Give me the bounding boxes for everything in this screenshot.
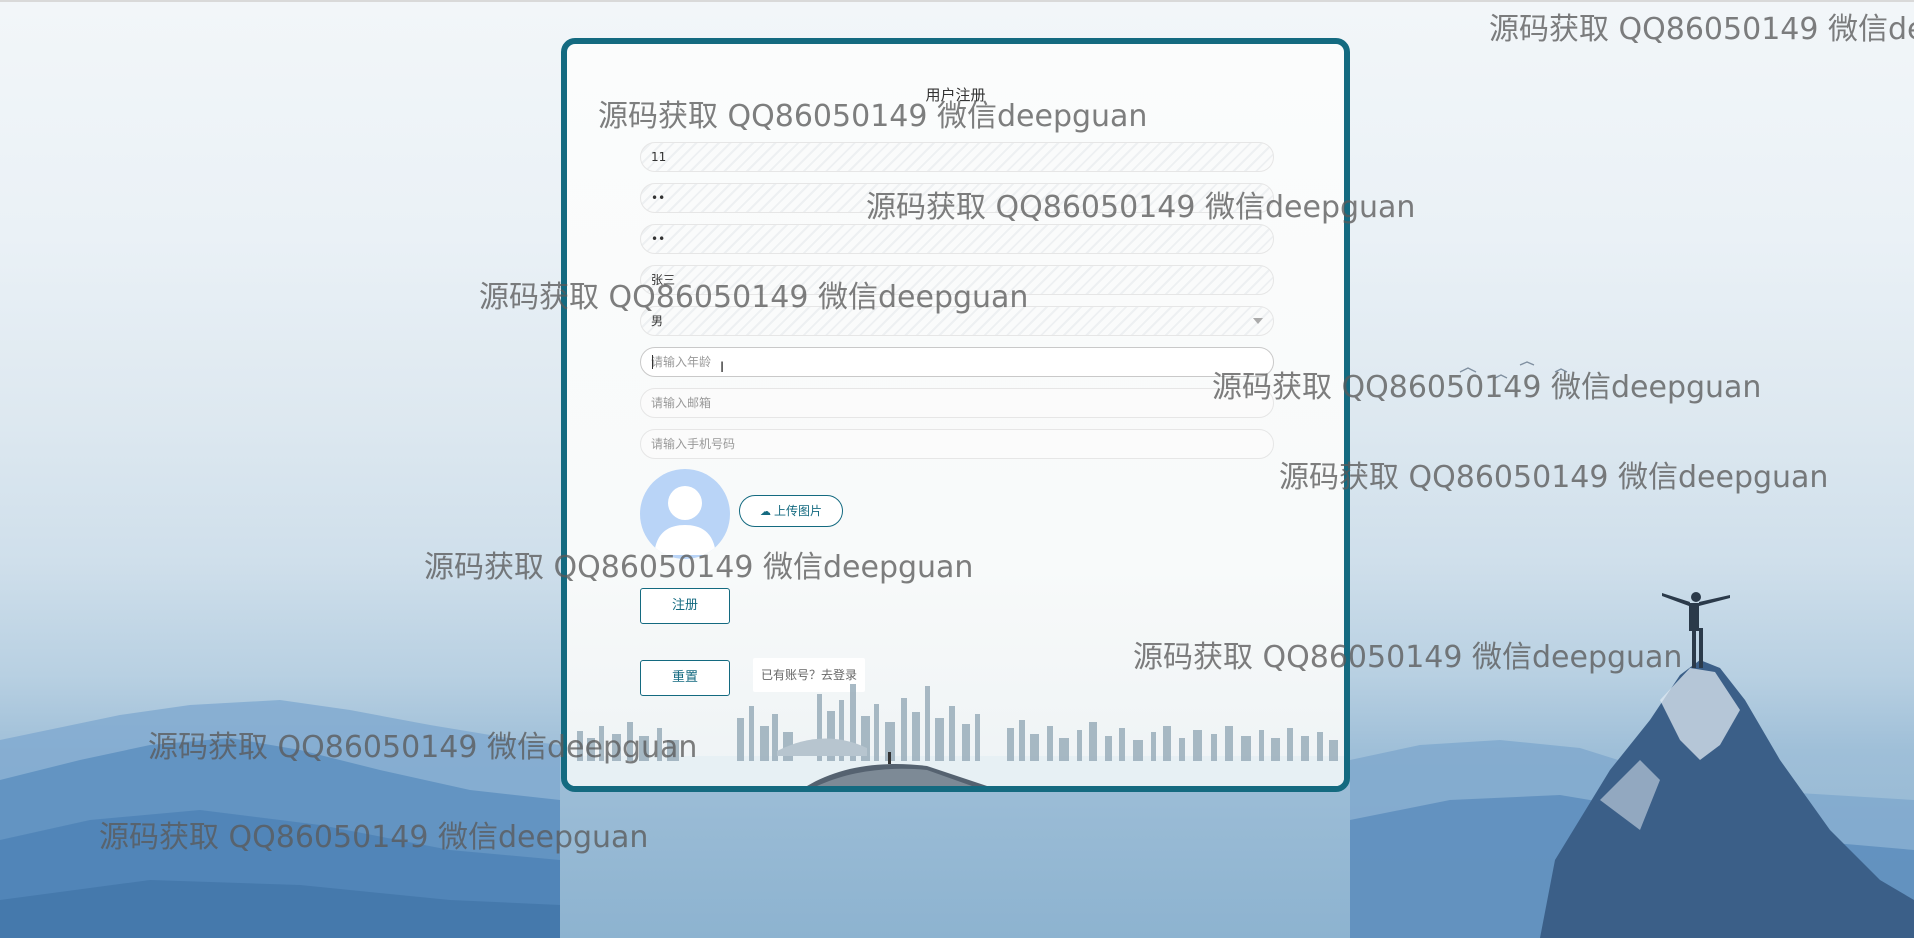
email-placeholder: 请输入邮箱: [651, 396, 712, 410]
text-cursor-icon: Ⅰ: [720, 360, 725, 376]
confirm-password-field[interactable]: ••: [640, 224, 1274, 254]
phone-placeholder: 请输入手机号码: [651, 437, 736, 451]
username-value: 11: [651, 150, 667, 164]
text-caret: [652, 355, 653, 369]
password-field[interactable]: ••: [640, 183, 1274, 213]
register-button[interactable]: 注册: [640, 588, 730, 624]
page-title: 用户注册: [925, 86, 986, 104]
register-panel: 用户注册 11 •• •• 张三 男 请输入年龄 Ⅰ 请输入邮箱 请输入手机号码…: [561, 38, 1350, 792]
chevron-down-icon: [1253, 318, 1263, 324]
city-skyline-decoration: [567, 684, 1344, 786]
name-field[interactable]: 张三: [640, 265, 1274, 295]
upload-image-button[interactable]: ☁ 上传图片: [739, 495, 843, 527]
age-field[interactable]: 请输入年龄 Ⅰ: [640, 347, 1274, 377]
upload-button-label: 上传图片: [773, 504, 822, 518]
age-placeholder: 请输入年龄: [651, 355, 712, 369]
name-value: 张三: [651, 273, 676, 287]
phone-field[interactable]: 请输入手机号码: [640, 429, 1274, 459]
gender-value: 男: [651, 314, 664, 328]
confirm-password-value: ••: [651, 232, 666, 246]
cloud-upload-icon: ☁: [759, 505, 771, 518]
avatar: [640, 469, 730, 559]
username-field[interactable]: 11: [640, 142, 1274, 172]
avatar-person-icon: [654, 486, 716, 555]
password-value: ••: [651, 191, 666, 205]
email-field[interactable]: 请输入邮箱: [640, 388, 1274, 418]
gender-select[interactable]: 男: [640, 306, 1274, 336]
